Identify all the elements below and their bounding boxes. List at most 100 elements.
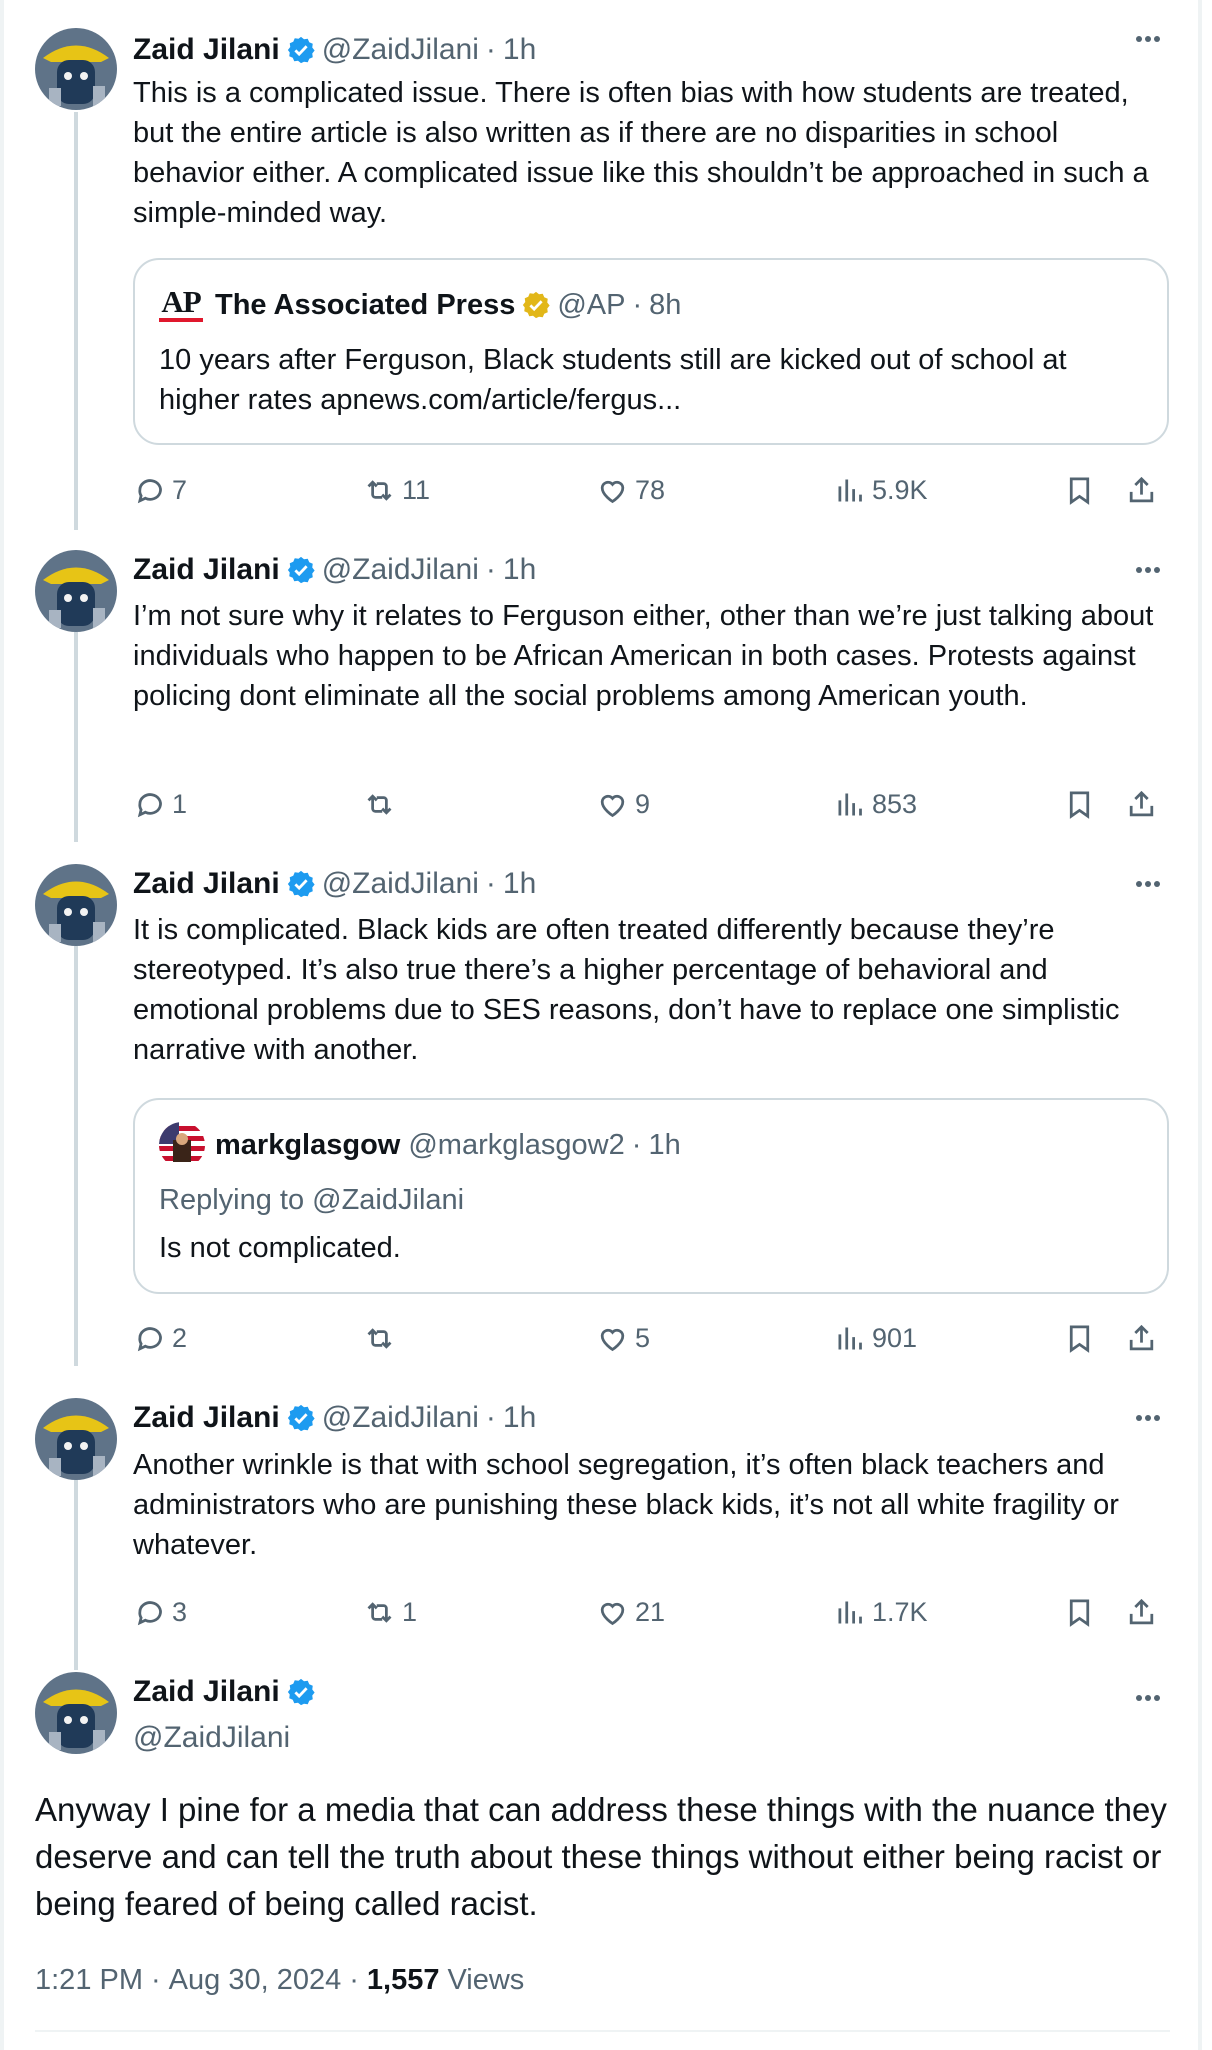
quote-text: 10 years after Ferguson, Black students … bbox=[159, 344, 1067, 416]
reply-icon bbox=[137, 478, 162, 503]
like-button[interactable]: 21 bbox=[596, 1592, 665, 1632]
share-button[interactable] bbox=[1125, 1592, 1158, 1632]
avatar[interactable] bbox=[35, 28, 117, 110]
quote-replying-to[interactable]: Replying to @ZaidJilani bbox=[159, 1180, 1149, 1220]
frame-border-left bbox=[0, 0, 4, 2050]
separator-dot: · bbox=[485, 867, 496, 900]
quote-avatar[interactable] bbox=[159, 1122, 205, 1168]
quoted-tweet[interactable]: markglasgow @markglasgow2 · 1h Replying … bbox=[133, 1098, 1169, 1294]
views-count: 853 bbox=[872, 788, 918, 819]
author-handle[interactable]: @ZaidJilani bbox=[322, 553, 479, 587]
bookmark-button[interactable] bbox=[1063, 1318, 1096, 1358]
like-button[interactable]: 78 bbox=[596, 470, 665, 510]
retweet-count: 11 bbox=[402, 474, 431, 505]
tweet-time[interactable]: 1h bbox=[503, 33, 536, 67]
separator-dot: · bbox=[632, 288, 643, 321]
verified-badge-icon bbox=[286, 869, 316, 899]
views-button[interactable]: 5.9K bbox=[833, 470, 928, 510]
main-tweet-header: Zaid Jilani bbox=[133, 1672, 322, 1712]
quote-author-name[interactable]: The Associated Press bbox=[215, 289, 515, 322]
author-handle[interactable]: @ZaidJilani bbox=[322, 33, 479, 67]
bookmark-icon bbox=[1069, 1598, 1090, 1627]
tweet-header: Zaid Jilani @ZaidJilani · 1h bbox=[133, 550, 536, 590]
views-button[interactable]: 853 bbox=[833, 784, 917, 824]
tweet-time[interactable]: 1h bbox=[503, 867, 536, 901]
views-button[interactable]: 1.7K bbox=[833, 1592, 928, 1632]
retweet-button[interactable]: 1 bbox=[363, 1592, 417, 1632]
tweet-actions: 1 9 853 bbox=[133, 784, 1173, 824]
divider bbox=[35, 2030, 1170, 2032]
reply-icon bbox=[137, 792, 162, 817]
thread-line bbox=[74, 112, 78, 530]
thread-line bbox=[74, 1474, 78, 1670]
retweet-button[interactable]: 11 bbox=[363, 470, 430, 510]
bookmark-button[interactable] bbox=[1063, 1592, 1096, 1632]
author-name[interactable]: Zaid Jilani bbox=[133, 1401, 280, 1435]
bookmark-button[interactable] bbox=[1063, 784, 1096, 824]
separator-dot: · bbox=[631, 1128, 642, 1161]
author-handle[interactable]: @ZaidJilani bbox=[322, 1401, 479, 1435]
share-button[interactable] bbox=[1125, 1318, 1158, 1358]
more-icon[interactable] bbox=[1128, 19, 1168, 59]
quote-author-handle[interactable]: @markglasgow2 bbox=[408, 1129, 624, 1162]
quote-text: Is not complicated. bbox=[159, 1232, 401, 1264]
tweet-header: Zaid Jilani @ZaidJilani · 1h bbox=[133, 1398, 536, 1438]
more-icon[interactable] bbox=[1128, 1398, 1168, 1438]
author-name[interactable]: Zaid Jilani bbox=[133, 553, 280, 587]
quote-author-handle[interactable]: @AP bbox=[557, 289, 625, 322]
reply-button[interactable]: 2 bbox=[133, 1318, 187, 1358]
retweet-button[interactable] bbox=[363, 1318, 402, 1358]
heart-icon bbox=[600, 794, 625, 817]
tweet-text: Another wrinkle is that with school segr… bbox=[133, 1449, 1119, 1561]
quoted-tweet[interactable]: AP The Associated Press @AP · 8h 10 year… bbox=[133, 258, 1169, 445]
tweet-time[interactable]: 1h bbox=[503, 553, 536, 587]
more-icon[interactable] bbox=[1128, 550, 1168, 590]
author-name[interactable]: Zaid Jilani bbox=[133, 867, 280, 901]
tweet-date[interactable]: Aug 30, 2024 bbox=[169, 1964, 342, 1997]
reply-count: 7 bbox=[172, 474, 188, 505]
like-count: 21 bbox=[635, 1596, 666, 1627]
avatar[interactable] bbox=[35, 550, 117, 632]
quote-header: markglasgow @markglasgow2 · 1h bbox=[159, 1122, 681, 1168]
avatar[interactable] bbox=[35, 1398, 117, 1480]
like-button[interactable]: 9 bbox=[596, 784, 650, 824]
reply-button[interactable]: 7 bbox=[133, 470, 187, 510]
more-icon[interactable] bbox=[1128, 1678, 1168, 1718]
quote-time[interactable]: 1h bbox=[648, 1129, 680, 1162]
tweet-header: Zaid Jilani @ZaidJilani · 1h bbox=[133, 864, 536, 904]
reply-icon bbox=[137, 1326, 162, 1351]
verified-badge-icon bbox=[286, 1403, 316, 1433]
tweet-timestamp[interactable]: 1:21 PM bbox=[35, 1964, 143, 1997]
author-name[interactable]: Zaid Jilani bbox=[133, 1675, 280, 1709]
quote-header: AP The Associated Press @AP · 8h bbox=[159, 285, 681, 325]
views-icon bbox=[838, 793, 862, 815]
reply-count: 2 bbox=[172, 1322, 188, 1353]
verified-gold-badge-icon bbox=[521, 290, 551, 320]
reply-count: 3 bbox=[172, 1596, 188, 1627]
views-button[interactable]: 901 bbox=[833, 1318, 917, 1358]
author-handle[interactable]: @ZaidJilani bbox=[133, 1721, 290, 1755]
verified-badge-icon bbox=[286, 35, 316, 65]
separator-dot: · bbox=[485, 33, 496, 66]
reply-button[interactable]: 1 bbox=[133, 784, 187, 824]
like-button[interactable]: 5 bbox=[596, 1318, 650, 1358]
quote-time[interactable]: 8h bbox=[649, 289, 681, 322]
more-icon[interactable] bbox=[1128, 864, 1168, 904]
share-button[interactable] bbox=[1125, 470, 1158, 510]
share-button[interactable] bbox=[1125, 784, 1158, 824]
tweet-time[interactable]: 1h bbox=[503, 1401, 536, 1435]
avatar[interactable] bbox=[35, 864, 117, 946]
bookmark-button[interactable] bbox=[1063, 470, 1096, 510]
frame-border-right bbox=[1198, 0, 1202, 2050]
reply-button[interactable]: 3 bbox=[133, 1592, 187, 1632]
views-icon bbox=[838, 1327, 862, 1349]
retweet-button[interactable] bbox=[363, 784, 402, 824]
heart-icon bbox=[600, 1328, 625, 1351]
main-tweet-text: Anyway I pine for a media that can addre… bbox=[35, 1791, 1167, 1922]
author-name[interactable]: Zaid Jilani bbox=[133, 33, 280, 67]
author-handle[interactable]: @ZaidJilani bbox=[322, 867, 479, 901]
verified-badge-icon bbox=[286, 555, 316, 585]
retweet-icon bbox=[367, 1601, 392, 1623]
quote-author-name[interactable]: markglasgow bbox=[215, 1129, 400, 1162]
avatar[interactable] bbox=[35, 1672, 117, 1754]
